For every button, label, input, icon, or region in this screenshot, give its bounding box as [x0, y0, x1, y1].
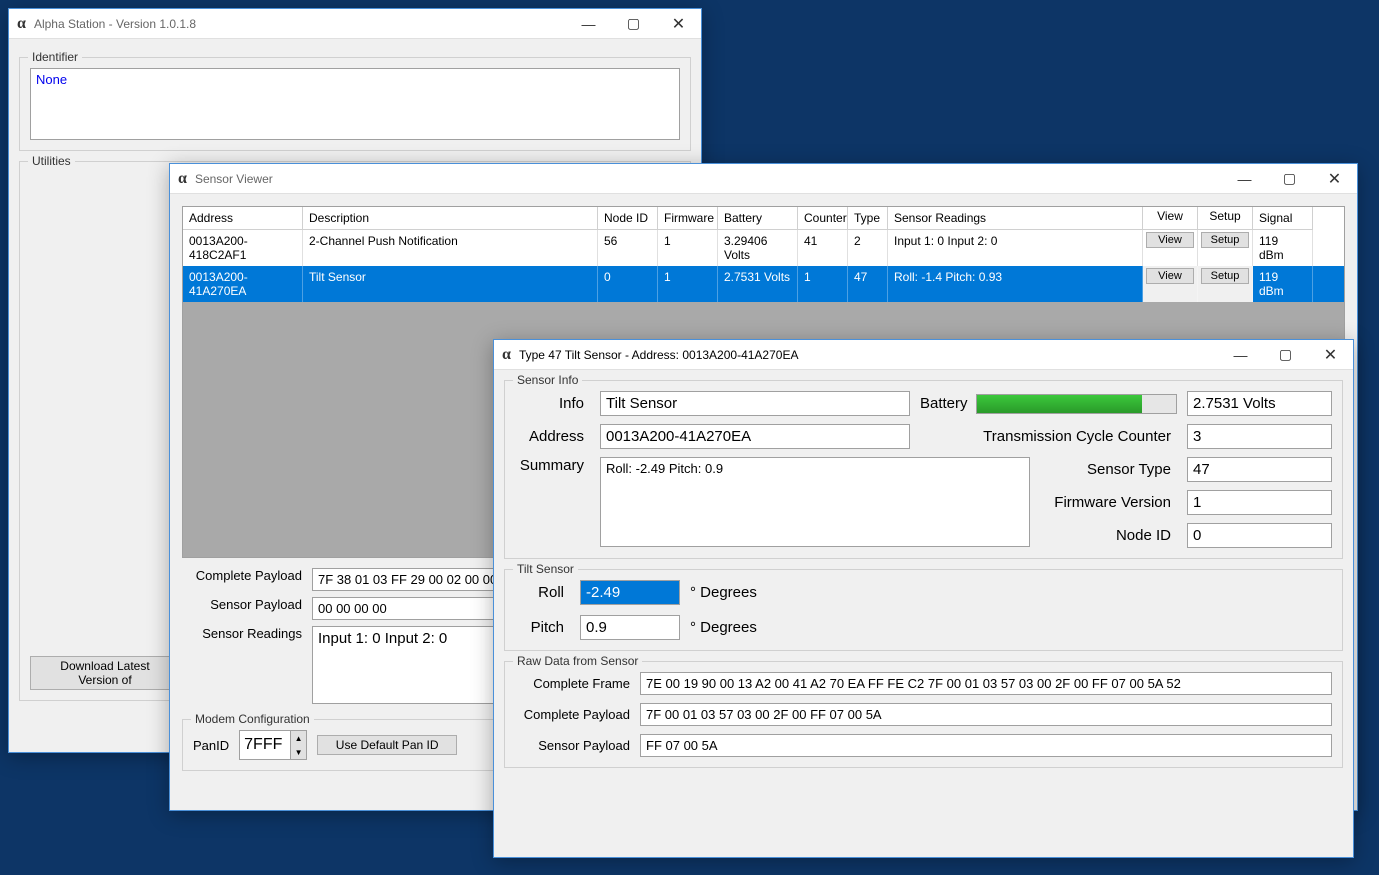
titlebar[interactable]: α Type 47 Tilt Sensor - Address: 0013A20…: [494, 340, 1353, 370]
maximize-button[interactable]: ▢: [1267, 164, 1312, 194]
panid-input[interactable]: [240, 731, 290, 759]
col-view: View: [1143, 207, 1198, 230]
address-value[interactable]: 0013A200-41A270EA: [600, 424, 910, 449]
battery-value[interactable]: 2.7531 Volts: [1187, 391, 1332, 416]
nodeid-value[interactable]: 0: [1187, 523, 1332, 548]
tilt-sensor-window: α Type 47 Tilt Sensor - Address: 0013A20…: [493, 339, 1354, 858]
table-header: Address Description Node ID Firmware Bat…: [183, 207, 1344, 230]
titlebar[interactable]: α Sensor Viewer — ▢ ✕: [170, 164, 1357, 194]
modem-config-legend: Modem Configuration: [191, 712, 314, 726]
setup-button[interactable]: Setup: [1201, 232, 1249, 248]
frame-label: Complete Frame: [515, 676, 630, 691]
col-address: Address: [183, 207, 303, 230]
alpha-icon: α: [502, 346, 511, 364]
close-button[interactable]: ✕: [656, 9, 701, 39]
panid-spinner[interactable]: ▲▼: [239, 730, 307, 760]
pitch-value[interactable]: 0.9: [580, 615, 680, 640]
panid-label: PanID: [193, 738, 229, 753]
col-firmware: Firmware: [658, 207, 718, 230]
battery-progress: [976, 394, 1177, 414]
setup-button[interactable]: Setup: [1201, 268, 1249, 284]
close-button[interactable]: ✕: [1308, 340, 1353, 370]
firmware-value[interactable]: 1: [1187, 490, 1332, 515]
type-value[interactable]: 47: [1187, 457, 1332, 482]
minimize-button[interactable]: —: [1222, 164, 1267, 194]
raw-data-legend: Raw Data from Sensor: [513, 654, 642, 668]
payload-label: Complete Payload: [515, 707, 630, 722]
spinner-down-icon[interactable]: ▼: [290, 745, 306, 759]
close-button[interactable]: ✕: [1312, 164, 1357, 194]
col-signal: Signal: [1253, 207, 1313, 230]
identifier-legend: Identifier: [28, 50, 82, 64]
spinner-up-icon[interactable]: ▲: [290, 731, 306, 745]
identifier-group: Identifier None: [19, 57, 691, 151]
minimize-button[interactable]: —: [566, 9, 611, 39]
battery-label: Battery: [920, 395, 968, 412]
col-setup: Setup: [1198, 207, 1253, 230]
view-button[interactable]: View: [1146, 268, 1194, 284]
use-default-panid-button[interactable]: Use Default Pan ID: [317, 735, 457, 755]
maximize-button[interactable]: ▢: [1263, 340, 1308, 370]
firmware-label: Firmware Version: [920, 494, 1177, 511]
titlebar[interactable]: α Alpha Station - Version 1.0.1.8 — ▢ ✕: [9, 9, 701, 39]
tilt-legend: Tilt Sensor: [513, 562, 578, 576]
battery-fill: [977, 395, 1143, 413]
window-title: Alpha Station - Version 1.0.1.8: [34, 17, 566, 31]
info-value[interactable]: Tilt Sensor: [600, 391, 910, 416]
alpha-icon: α: [178, 170, 187, 188]
info-label: Info: [515, 395, 590, 412]
table-row[interactable]: 0013A200-41A270EA Tilt Sensor 0 1 2.7531…: [183, 266, 1344, 302]
table-row[interactable]: 0013A200-418C2AF1 2-Channel Push Notific…: [183, 230, 1344, 266]
sensor-payload-label: Sensor Payload: [182, 597, 302, 612]
raw-data-group: Raw Data from Sensor Complete Frame 7E 0…: [504, 661, 1343, 768]
summary-label: Summary: [515, 457, 590, 474]
sensor-payload-value[interactable]: FF 07 00 5A: [640, 734, 1332, 757]
roll-value[interactable]: -2.49: [580, 580, 680, 605]
view-button[interactable]: View: [1146, 232, 1194, 248]
roll-unit: ° Degrees: [690, 584, 815, 601]
address-label: Address: [515, 428, 590, 445]
download-latest-button[interactable]: Download Latest Version of: [30, 656, 180, 690]
counter-label: Transmission Cycle Counter: [920, 428, 1177, 445]
identifier-value[interactable]: None: [30, 68, 680, 140]
sensor-payload-label: Sensor Payload: [515, 738, 630, 753]
roll-label: Roll: [515, 584, 570, 601]
window-title: Type 47 Tilt Sensor - Address: 0013A200-…: [519, 348, 1218, 362]
sensor-info-legend: Sensor Info: [513, 373, 582, 387]
tilt-group: Tilt Sensor Roll -2.49 ° Degrees Pitch 0…: [504, 569, 1343, 651]
counter-value[interactable]: 3: [1187, 424, 1332, 449]
payload-value[interactable]: 7F 00 01 03 57 03 00 2F 00 FF 07 00 5A: [640, 703, 1332, 726]
sensor-info-group: Sensor Info Info Tilt Sensor Battery 2.7…: [504, 380, 1343, 559]
sensor-readings-label: Sensor Readings: [182, 626, 302, 641]
pitch-unit: ° Degrees: [690, 619, 815, 636]
nodeid-label: Node ID: [920, 527, 1177, 544]
complete-payload-label: Complete Payload: [182, 568, 302, 583]
alpha-icon: α: [17, 15, 26, 33]
pitch-label: Pitch: [515, 619, 570, 636]
window-title: Sensor Viewer: [195, 172, 1222, 186]
col-readings: Sensor Readings: [888, 207, 1143, 230]
col-node-id: Node ID: [598, 207, 658, 230]
col-battery: Battery: [718, 207, 798, 230]
col-type: Type: [848, 207, 888, 230]
type-label: Sensor Type: [920, 461, 1177, 478]
utilities-legend: Utilities: [28, 154, 75, 168]
col-counter: Counter: [798, 207, 848, 230]
col-description: Description: [303, 207, 598, 230]
frame-value[interactable]: 7E 00 19 90 00 13 A2 00 41 A2 70 EA FF F…: [640, 672, 1332, 695]
minimize-button[interactable]: —: [1218, 340, 1263, 370]
maximize-button[interactable]: ▢: [611, 9, 656, 39]
